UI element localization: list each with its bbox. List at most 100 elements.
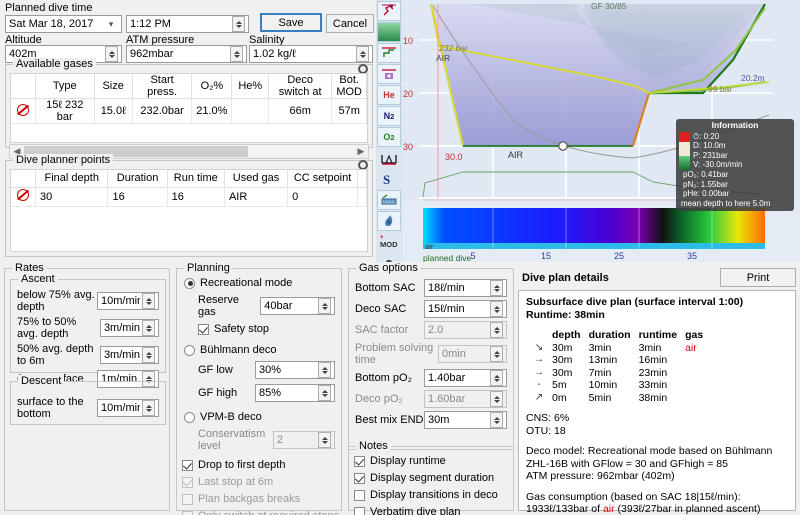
atm-pressure-field[interactable]: 962mbar [126,45,247,63]
ean-icon[interactable] [377,211,401,231]
ruler-icon[interactable] [377,190,401,210]
gf-high-field[interactable]: 85% [255,384,335,402]
vpmb-deco-radio[interactable]: VPM-B deco [184,411,341,423]
col-duration: Duration [108,170,167,187]
best-mix-end-field[interactable]: 30m [424,411,507,429]
table-row[interactable]: 15ℓ 232 bar 15.0ℓ 232.0bar 21.0% 66m 57m [11,99,367,124]
altitude-stepper[interactable] [105,46,118,62]
gas-option-label-best-mix-end: Best mix END [355,414,423,426]
display-runtime-checkbox[interactable]: Display runtime [354,455,513,467]
ascent-rate-stepper-2[interactable] [142,320,155,336]
bottom-po2-stepper[interactable] [490,370,503,386]
buhlmann-deco-label: Bühlmann deco [200,344,276,356]
descent-rate-stepper-1[interactable] [142,400,155,416]
salinity-field[interactable]: 1.02 kg/ℓ [249,45,373,63]
gas-option-row-problem-solving-time: Problem solving time 0min [355,342,507,366]
gas-consumption-pre: 1933ℓ/133bar of [526,503,603,515]
bottom-po2-field[interactable]: 1.40bar [424,369,507,387]
scuba-diver-icon[interactable] [377,1,401,21]
deco-sac-field[interactable]: 15ℓ/min [424,300,507,318]
cell-final-depth[interactable]: 30 [36,187,108,206]
print-button[interactable]: Print [720,268,796,287]
mod-icon[interactable]: +MOD [377,232,401,252]
gf-low-field[interactable]: 30% [255,361,335,379]
reserve-gas-field[interactable]: 40bar [260,297,335,315]
cell-o2[interactable]: 21.0% [192,99,232,124]
problem-solving-time-stepper [490,346,503,362]
gf-low-stepper[interactable] [318,362,331,378]
cell-he[interactable] [232,99,269,124]
dc-ceiling-icon[interactable] [377,43,401,63]
display-segment-duration-checkbox[interactable]: Display segment duration [354,472,513,484]
info-line-mean-depth: mean depth to here 5.0m [679,199,791,209]
display-transitions-in-deco-checkbox[interactable]: Display transitions in deco [354,489,513,501]
plan-duration: 5min [589,392,639,405]
info-line-phe: pHe: 0.00bar [679,189,791,199]
sac-icon[interactable]: S [377,169,401,189]
cell-cc-setpoint[interactable]: 0 [288,187,358,206]
cell-start-press[interactable]: 232.0bar [132,99,191,124]
n2-icon[interactable]: N2 [377,106,401,126]
salinity-stepper[interactable] [356,46,369,62]
descent-rate-field-1[interactable]: 10m/min [97,399,159,417]
cell-bot-mod[interactable]: 57m [332,99,367,124]
he-icon[interactable]: He [377,85,401,105]
cell-run-time[interactable]: 16 [167,187,224,206]
descent-group: Descent surface to the bottom 10m/min [10,381,166,425]
cell-used-gas[interactable]: AIR [224,187,287,206]
remove-point-button[interactable] [11,187,36,206]
plan-col-arrow [534,329,552,342]
col-final-depth: Final depth [36,170,108,187]
tissues-icon[interactable] [377,148,401,168]
calculated-ceiling-icon[interactable] [377,64,401,84]
time-field[interactable]: 1:12 PM [126,15,249,33]
dive-plan-details-text[interactable]: Subsurface dive plan (surface interval 1… [518,290,796,511]
ascent-rate-field-2[interactable]: 3m/min [100,319,159,337]
ascent-rate-field-1[interactable]: 10m/min [97,292,159,310]
remove-gas-button[interactable] [11,99,36,124]
gas-consumption-line: 1933ℓ/133bar of air (393ℓ/27bar in plann… [526,503,788,515]
cell-duration[interactable]: 16 [108,187,167,206]
date-combo[interactable]: Sat Mar 18, 2017 ▾ [5,15,122,33]
plan-col-gas: gas [685,329,711,342]
ascent-rate-value-3: 3m/min [104,349,140,361]
best-mix-end-stepper[interactable] [490,412,503,428]
ascent-rate-stepper-3[interactable] [142,347,155,363]
gf-label: GF 30/85 [591,1,627,11]
conservatism-stepper [318,432,331,448]
legend-swatch-green [679,156,690,170]
save-button[interactable]: Save [260,13,322,32]
cell-size[interactable]: 15.0ℓ [94,99,132,124]
ascent-rate-field-3[interactable]: 3m/min [100,346,159,364]
heatmap-icon[interactable] [377,22,401,42]
depth-tick-10: 10 [403,36,413,46]
bottom-sac-stepper[interactable] [490,280,503,296]
cell-deco-switch[interactable]: 66m [269,99,332,124]
gf-high-stepper[interactable] [318,385,331,401]
safety-stop-checkbox[interactable]: Safety stop [198,323,341,335]
gf-low-label: GF low [198,364,233,376]
plan-runtime: 33min [639,379,686,392]
reserve-gas-label: Reserve gas [198,294,255,318]
atm-pressure-stepper[interactable] [230,46,243,62]
deco-sac-stepper[interactable] [490,301,503,317]
end-pressure-label: 99 bar [708,84,732,94]
reserve-gas-stepper[interactable] [318,298,331,314]
radio-indicator [184,278,195,289]
plan-arrow-icon: → [534,354,552,367]
scroll-right-icon[interactable]: ▶ [354,146,368,157]
svg-text:S: S [383,172,390,186]
o2-icon[interactable]: O2 [377,127,401,147]
ascent-rate-stepper-1[interactable] [142,293,155,309]
info-line-po2: pO₂: 0.41bar [679,170,791,180]
recreational-mode-radio[interactable]: Recreational mode [184,277,341,289]
ascent-rate-row-2: 75% to 50% avg. depth 3m/min [17,316,159,340]
buhlmann-deco-radio[interactable]: Bühlmann deco [184,344,341,356]
verbatim-dive-plan-checkbox[interactable]: Verbatim dive plan [354,506,513,515]
cell-type[interactable]: 15ℓ 232 bar [36,99,95,124]
time-stepper[interactable] [232,16,245,32]
table-row[interactable]: 30 16 16 AIR 0 [11,187,367,206]
cancel-button[interactable]: Cancel [326,14,374,33]
bottom-sac-field[interactable]: 18ℓ/min [424,279,507,297]
drop-to-first-depth-checkbox[interactable]: Drop to first depth [182,459,341,471]
